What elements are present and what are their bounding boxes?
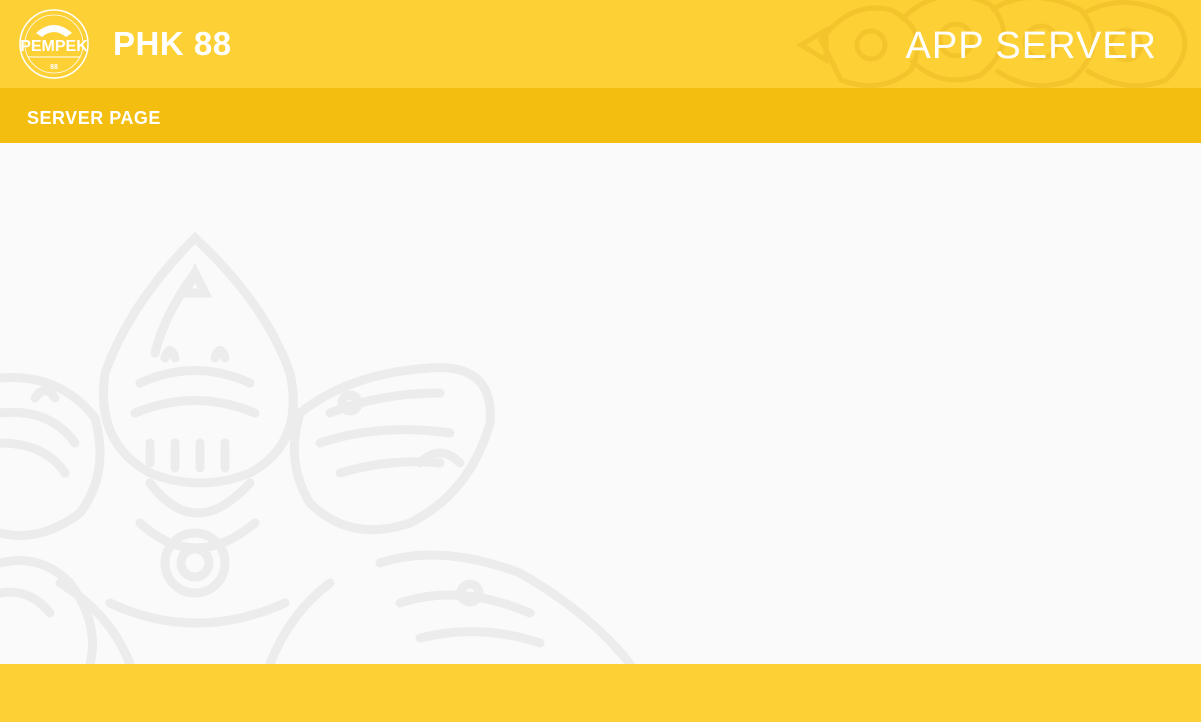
app-footer xyxy=(0,664,1201,722)
main-content xyxy=(0,143,1201,664)
app-header: PEMPEK 88 PHK 88 APP SERVER xyxy=(0,0,1201,88)
app-title: APP SERVER xyxy=(905,25,1157,67)
mandala-background-icon xyxy=(0,231,635,664)
logo-number: 88 xyxy=(50,64,58,71)
page-title-bar: SERVER PAGE xyxy=(0,88,1201,143)
logo-text: PEMPEK xyxy=(20,38,88,55)
page-title: SERVER PAGE xyxy=(27,108,161,128)
brand-name: PHK 88 xyxy=(113,25,232,62)
pempek-logo-icon: PEMPEK 88 xyxy=(19,9,89,79)
